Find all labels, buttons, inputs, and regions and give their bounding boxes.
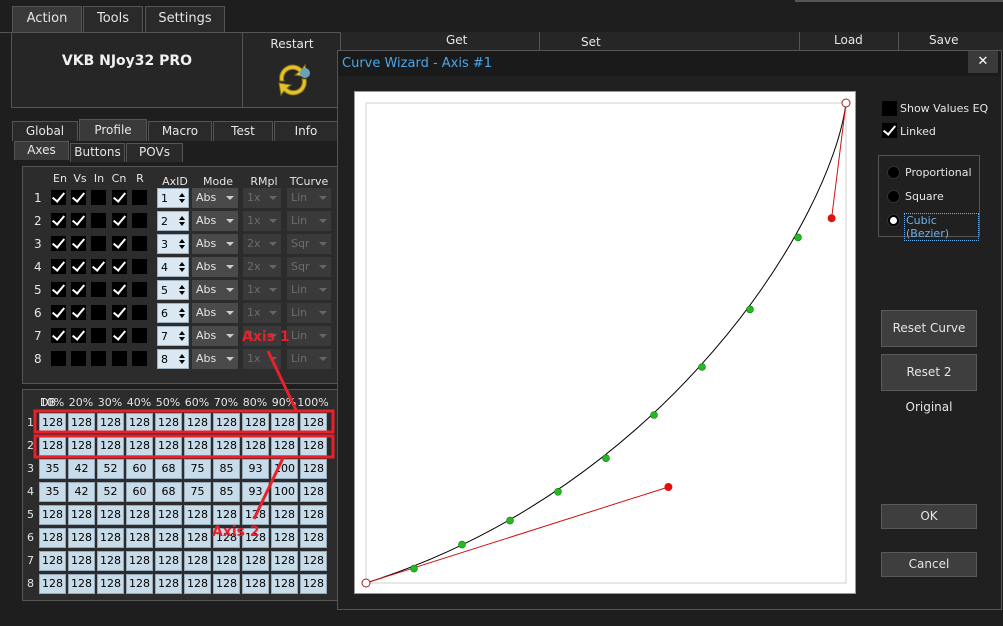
toolbar: Get Set Load Save — [341, 32, 1003, 50]
dialog-title: Curve Wizard - Axis #1 — [342, 56, 493, 71]
control-handle-1[interactable] — [664, 483, 673, 491]
curve-type-group: Proportional Square Cubic (Bezier) — [878, 155, 980, 241]
curve-point[interactable] — [410, 564, 418, 573]
radio-square-label: Square — [905, 190, 944, 203]
linked-checkbox[interactable] — [882, 123, 897, 138]
radio-proportional[interactable] — [887, 166, 900, 179]
annotation-overlay — [33, 350, 335, 520]
ok-button[interactable]: OK — [881, 504, 977, 529]
show-values-eq-checkbox[interactable] — [882, 101, 897, 116]
cancel-button[interactable]: Cancel — [881, 552, 977, 577]
dialog-titlebar: Curve Wizard - Axis #1 ✕ — [338, 51, 1001, 76]
axis1-highlight — [33, 409, 335, 434]
radio-cubic-bezier[interactable] — [887, 214, 900, 227]
axis2-arrow — [252, 457, 285, 520]
axis2-highlight — [33, 434, 335, 459]
curve-wizard-dialog: Curve Wizard - Axis #1 ✕ Show Values EQ … — [337, 50, 1002, 610]
curve-point[interactable] — [506, 516, 514, 525]
handle2-line — [831, 102, 847, 219]
axis2-annotation: Axis 2 — [212, 524, 260, 540]
set-button[interactable]: Set — [581, 35, 601, 49]
axis1-annotation: Axis 1 — [242, 329, 290, 345]
curve-point[interactable] — [698, 363, 706, 371]
curve-point[interactable] — [650, 411, 658, 419]
linked-label: Linked — [900, 125, 936, 138]
radio-cubic-bezier-label: Cubic (Bezier) — [904, 213, 979, 241]
radio-square[interactable] — [887, 190, 900, 203]
curve-line — [365, 102, 847, 584]
axis1-arrow — [266, 350, 298, 411]
close-icon[interactable]: ✕ — [968, 51, 998, 73]
control-handle-2[interactable] — [827, 214, 836, 223]
curve-end-point[interactable] — [841, 98, 851, 108]
get-button[interactable]: Get — [446, 33, 467, 47]
load-button[interactable]: Load — [834, 33, 863, 47]
curve-point[interactable] — [602, 454, 610, 463]
curve-canvas[interactable] — [354, 91, 856, 594]
curve-point[interactable] — [746, 305, 754, 314]
curve-start-point[interactable] — [361, 578, 371, 588]
reset-curve-button[interactable]: Reset Curve — [881, 310, 977, 347]
curve-point[interactable] — [554, 487, 562, 496]
show-values-eq-label: Show Values EQ — [900, 102, 989, 115]
curve-plot-border — [365, 102, 847, 584]
curve-point[interactable] — [458, 540, 466, 549]
reset-original-button[interactable]: Reset 2 Original — [881, 354, 977, 414]
save-button[interactable]: Save — [929, 33, 958, 47]
radio-proportional-label: Proportional — [905, 166, 972, 179]
curve-point[interactable] — [794, 233, 802, 242]
curve-plot[interactable] — [355, 92, 855, 593]
